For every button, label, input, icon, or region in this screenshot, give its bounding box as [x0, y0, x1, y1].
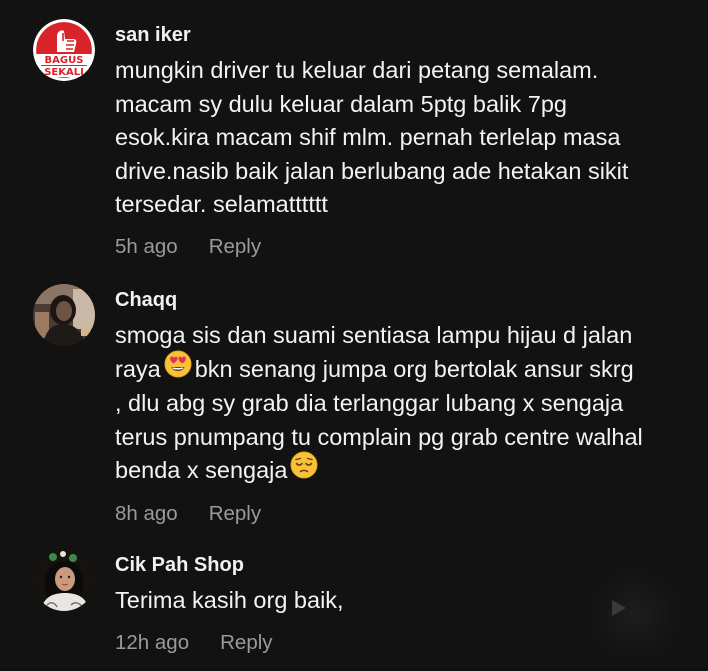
- heart-eyes-emoji-icon: [164, 350, 192, 388]
- reply-button[interactable]: Reply: [209, 502, 261, 526]
- avatar[interactable]: [33, 549, 95, 611]
- comment-timestamp: 12h ago: [115, 630, 190, 654]
- avatar[interactable]: [33, 284, 95, 346]
- comment-text-line: macam sy dulu keluar dalam 5ptg balik 7p…: [115, 90, 567, 117]
- comment-text-line: drive.nasib baik jalan berlubang ade het…: [115, 157, 629, 184]
- comment-timestamp: 8h ago: [115, 501, 178, 525]
- reply-button[interactable]: Reply: [209, 235, 261, 259]
- comment-text-segment: , dlu abg sy grab dia terlanggar lubang …: [115, 390, 624, 417]
- sekali-logo-text: SEKALI: [44, 67, 84, 78]
- user-photo-avatar: [33, 284, 95, 346]
- comment-text-line: smoga sis dan suami sentiasa lampu hijau…: [115, 319, 704, 353]
- bagus-logo-text: BAGUS: [45, 55, 84, 66]
- comment-text-segment: smoga sis dan suami sentiasa lampu hijau…: [115, 322, 633, 348]
- comment-text-line: mungkin driver tu keluar dari petang sem…: [115, 57, 599, 83]
- user-photo-avatar: [33, 549, 95, 611]
- comment-text-line: terus pnumpang tu complain pg grab centr…: [115, 421, 704, 455]
- play-button[interactable]: [580, 560, 690, 670]
- comment-text-line: raya bkn senang jumpa org bertolak ansur …: [115, 350, 704, 388]
- comment-text-line: tersedar. selamatttttt: [115, 191, 328, 217]
- comment-text-line: esok.kira macam shif mlm. pernah terlela…: [115, 124, 621, 150]
- play-icon: [612, 600, 626, 616]
- avatar[interactable]: BAGUS SEKALI: [33, 19, 95, 81]
- bagus-sekali-thumbs-up-icon: BAGUS SEKALI: [33, 19, 95, 81]
- comment-timestamp: 5h ago: [115, 234, 178, 258]
- pensive-face-emoji-icon: [290, 451, 318, 489]
- reply-button[interactable]: Reply: [220, 631, 272, 655]
- comment-text-segment: raya: [115, 355, 161, 382]
- comment-text-segment: bkn senang jumpa org bertolak ansur skrg: [194, 355, 634, 382]
- comment-text-segment: benda x sengaja: [115, 457, 288, 484]
- comment-text-line: , dlu abg sy grab dia terlanggar lubang …: [115, 387, 704, 421]
- comment-username[interactable]: san iker: [115, 23, 704, 47]
- comment-text-segment: terus pnumpang tu complain pg grab centr…: [115, 423, 643, 450]
- comment-text-line: benda x sengaja: [115, 451, 704, 489]
- comment-username[interactable]: Chaqq: [115, 288, 704, 312]
